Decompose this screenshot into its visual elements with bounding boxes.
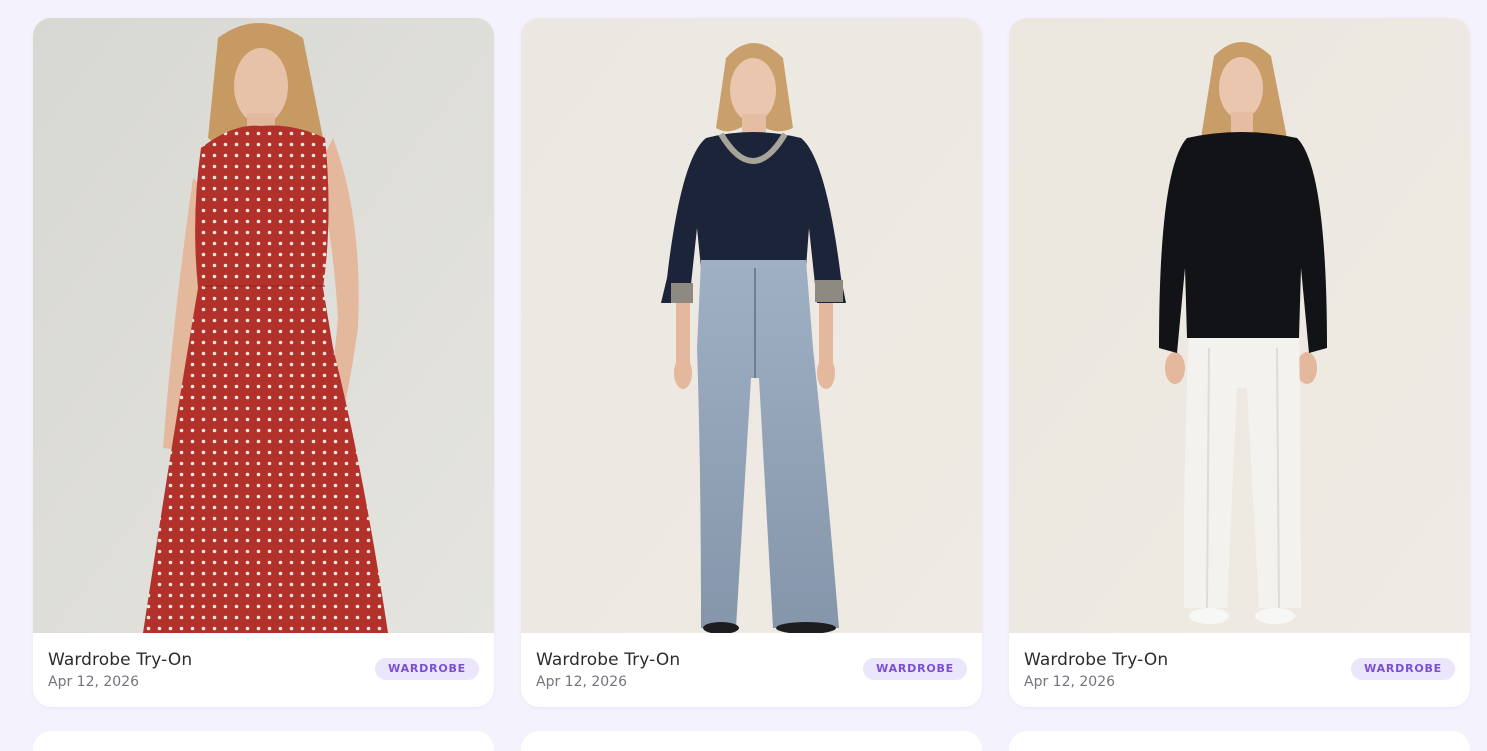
category-badge: WARDROBE	[1351, 658, 1455, 680]
tryon-photo-velvet-top-wide-jeans[interactable]	[521, 18, 982, 633]
tryon-card-footer: Wardrobe Try-On Apr 12, 2026 WARDROBE	[1009, 633, 1470, 707]
card-title: Wardrobe Try-On	[536, 650, 681, 670]
next-row-card-edge	[521, 731, 982, 751]
tryon-card[interactable]: Wardrobe Try-On Apr 12, 2026 WARDROBE	[33, 18, 494, 707]
category-badge: WARDROBE	[863, 658, 967, 680]
category-badge: WARDROBE	[375, 658, 479, 680]
tryon-card-footer: Wardrobe Try-On Apr 12, 2026 WARDROBE	[33, 633, 494, 707]
next-row-card-edge	[33, 731, 494, 751]
tryon-card[interactable]: Wardrobe Try-On Apr 12, 2026 WARDROBE	[1009, 18, 1470, 707]
tryon-card-footer: Wardrobe Try-On Apr 12, 2026 WARDROBE	[521, 633, 982, 707]
tryon-card[interactable]: Wardrobe Try-On Apr 12, 2026 WARDROBE	[521, 18, 982, 707]
card-date: Apr 12, 2026	[1024, 674, 1116, 690]
next-row-card-edge	[1009, 731, 1470, 751]
tryon-photo-black-sweatshirt-white-trousers[interactable]	[1009, 18, 1470, 633]
card-title: Wardrobe Try-On	[48, 650, 193, 670]
card-date: Apr 12, 2026	[536, 674, 628, 690]
card-title: Wardrobe Try-On	[1024, 650, 1169, 670]
tryon-photo-red-polka-dot-dress[interactable]	[33, 18, 494, 633]
card-date: Apr 12, 2026	[48, 674, 140, 690]
